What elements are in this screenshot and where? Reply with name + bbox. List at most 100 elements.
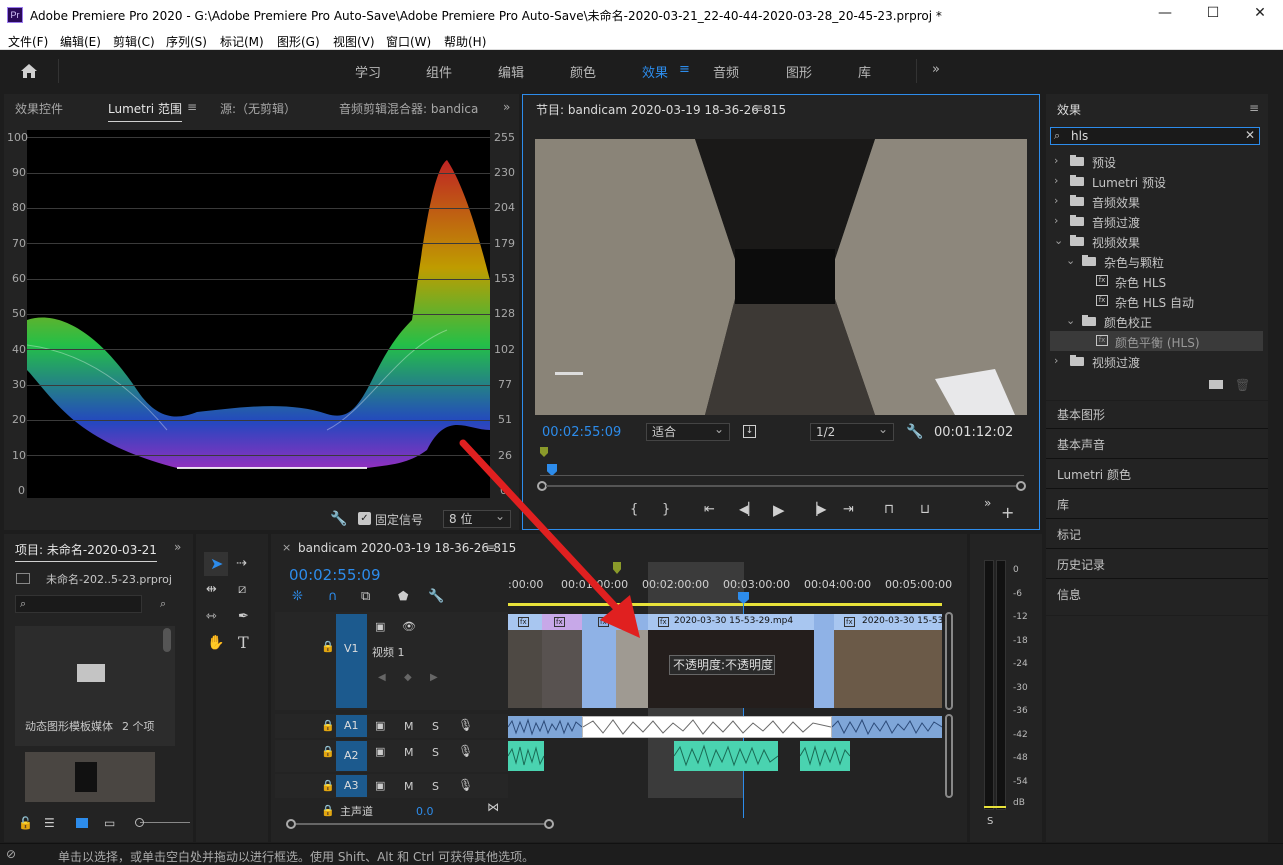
linked-selection-icon[interactable]: ⧉ [361, 589, 370, 604]
panel-menu-icon[interactable]: ≡ [187, 100, 197, 114]
a1-clip[interactable] [831, 716, 943, 738]
timeline-timecode[interactable]: 00:02:55:09 [289, 566, 381, 584]
chevron-right-icon[interactable]: › [1054, 194, 1058, 207]
h-scrollbar[interactable] [296, 823, 544, 825]
menu-edit[interactable]: 编辑(E) [60, 33, 101, 50]
tree-item-presets[interactable]: › 预设 [1050, 151, 1263, 171]
panel-markers[interactable]: 标记 [1057, 526, 1081, 543]
clear-search-icon[interactable]: ✕ [1245, 128, 1255, 142]
tab-lumetri-scopes[interactable]: Lumetri 范围 [108, 100, 182, 122]
a1-clip[interactable] [507, 716, 583, 738]
h-scroll-handle-left[interactable] [286, 819, 296, 829]
tree-item-lumetri-presets[interactable]: › Lumetri 预设 [1050, 171, 1263, 191]
more-tabs-icon[interactable]: » [503, 100, 510, 114]
extract-button[interactable]: ⊔ [920, 502, 930, 517]
menu-view[interactable]: 视图(V) [333, 33, 375, 50]
chevron-right-icon[interactable]: › [1054, 174, 1058, 187]
go-to-out-button[interactable]: ⇥ [843, 502, 854, 517]
solo-button[interactable]: S [432, 720, 439, 733]
lift-button[interactable]: ⊓ [884, 502, 894, 517]
workspace-assembly[interactable]: 组件 [426, 62, 452, 81]
workspace-audio[interactable]: 音频 [713, 62, 739, 81]
hand-tool-icon[interactable]: ✋ [207, 635, 224, 651]
find-icon[interactable]: ⌕ [160, 597, 166, 611]
sync-lock-icon[interactable]: ▣ [375, 745, 385, 758]
v1-clip[interactable] [814, 614, 834, 708]
lock-icon[interactable]: 🔒 [321, 719, 335, 732]
tree-item-color-balance-hls[interactable]: fx 颜色平衡 (HLS) [1050, 331, 1263, 351]
h-scroll-handle-right[interactable] [544, 819, 554, 829]
playback-resolution-dropdown[interactable]: 1/2 [810, 421, 894, 441]
eye-icon[interactable]: 👁 [402, 620, 416, 633]
sync-lock-icon[interactable]: ▣ [375, 620, 385, 633]
menu-window[interactable]: 窗口(W) [386, 33, 431, 50]
trash-icon[interactable]: 🗑 [1235, 378, 1250, 392]
zoom-slider[interactable] [140, 822, 190, 823]
lock-icon[interactable]: 🔒 [321, 745, 335, 758]
v1-clip[interactable]: fx 2020-03-30 15-53- [834, 614, 947, 708]
slip-tool-icon[interactable]: ⇿ [206, 609, 217, 624]
home-icon[interactable] [20, 63, 38, 79]
panel-libraries[interactable]: 库 [1057, 496, 1069, 513]
solo-button[interactable]: S [432, 746, 439, 759]
button-editor-add-icon[interactable]: + [1001, 503, 1014, 522]
zoom-slider-handle[interactable] [135, 818, 144, 827]
panel-essential-sound[interactable]: 基本声音 [1057, 436, 1105, 453]
mute-button[interactable]: M [404, 780, 414, 793]
track-select-tool-icon[interactable]: ⇢ [236, 556, 247, 571]
sync-lock-icon[interactable]: ▣ [375, 779, 385, 792]
workspace-color[interactable]: 颜色 [570, 62, 596, 81]
icon-view-icon[interactable] [76, 818, 88, 828]
microphone-icon[interactable]: 🎙 [458, 744, 473, 758]
a-track-scrollbar[interactable] [945, 714, 953, 798]
go-to-in-button[interactable]: ⇤ [704, 502, 715, 517]
ripple-edit-tool-icon[interactable]: ⇹ [206, 582, 217, 597]
tree-item-color-correction[interactable]: ⌄ 颜色校正 [1050, 311, 1263, 331]
chevron-down-icon[interactable]: ⌄ [1066, 314, 1075, 327]
pen-tool-icon[interactable]: ✒ [238, 609, 249, 624]
go-to-end-icon[interactable]: ⋈ [487, 800, 499, 814]
panel-menu-icon[interactable]: ≡ [753, 101, 763, 115]
solo-button[interactable]: S [987, 816, 993, 827]
razor-tool-icon[interactable]: ⧄ [238, 582, 246, 597]
step-forward-button[interactable]: ▕▶ [808, 502, 826, 516]
panel-info[interactable]: 信息 [1057, 586, 1081, 603]
more-controls-icon[interactable]: » [984, 496, 991, 510]
chevron-down-icon[interactable]: ⌄ [1054, 234, 1063, 247]
a1-target-button[interactable]: A1 [336, 715, 367, 737]
effects-search-input[interactable] [1071, 129, 1241, 143]
insert-marker-icon[interactable]: ↓ [743, 425, 756, 438]
zoom-handle-right[interactable] [1016, 481, 1026, 491]
a1-clip-selected[interactable] [582, 716, 832, 738]
workspace-editing[interactable]: 编辑 [498, 62, 524, 81]
wrench-icon[interactable]: 🔧 [330, 511, 347, 527]
microphone-icon[interactable]: 🎙 [458, 778, 473, 792]
new-bin-icon[interactable] [1209, 380, 1223, 389]
workspace-libraries[interactable]: 库 [858, 62, 871, 81]
clip-thumbnail[interactable] [25, 752, 155, 802]
workspace-learn[interactable]: 学习 [355, 62, 381, 81]
menu-markers[interactable]: 标记(M) [220, 33, 264, 50]
panel-menu-icon[interactable]: ≡ [1249, 101, 1259, 115]
master-volume-value[interactable]: 0.0 [416, 805, 434, 818]
type-tool-icon[interactable]: T [238, 633, 249, 652]
minimize-button[interactable]: — [1145, 5, 1185, 25]
mute-button[interactable]: M [404, 746, 414, 759]
panel-history[interactable]: 历史记录 [1057, 556, 1105, 573]
tree-item-video-effects[interactable]: ⌄ 视频效果 [1050, 231, 1263, 251]
mute-button[interactable]: M [404, 720, 414, 733]
nest-icon[interactable]: ❊ [292, 589, 303, 604]
a3-target-button[interactable]: A3 [336, 775, 367, 797]
chevron-right-icon[interactable]: › [1054, 214, 1058, 227]
tree-item-video-transitions[interactable]: › 视频过渡 [1050, 351, 1263, 371]
chevron-down-icon[interactable]: ⌄ [1066, 254, 1075, 267]
timeline-settings-icon[interactable]: 🔧 [428, 589, 444, 604]
selection-tool-icon[interactable]: ➤ [210, 554, 223, 573]
lock-icon[interactable]: 🔓 [18, 816, 33, 830]
menu-graphics[interactable]: 图形(G) [277, 33, 320, 50]
list-view-icon[interactable]: ☰ [44, 816, 55, 830]
tab-source[interactable]: 源:（无剪辑） [220, 100, 296, 117]
a2-clip[interactable] [673, 741, 779, 771]
menu-help[interactable]: 帮助(H) [444, 33, 486, 50]
tree-item-noise-hls[interactable]: fx 杂色 HLS [1050, 271, 1263, 291]
